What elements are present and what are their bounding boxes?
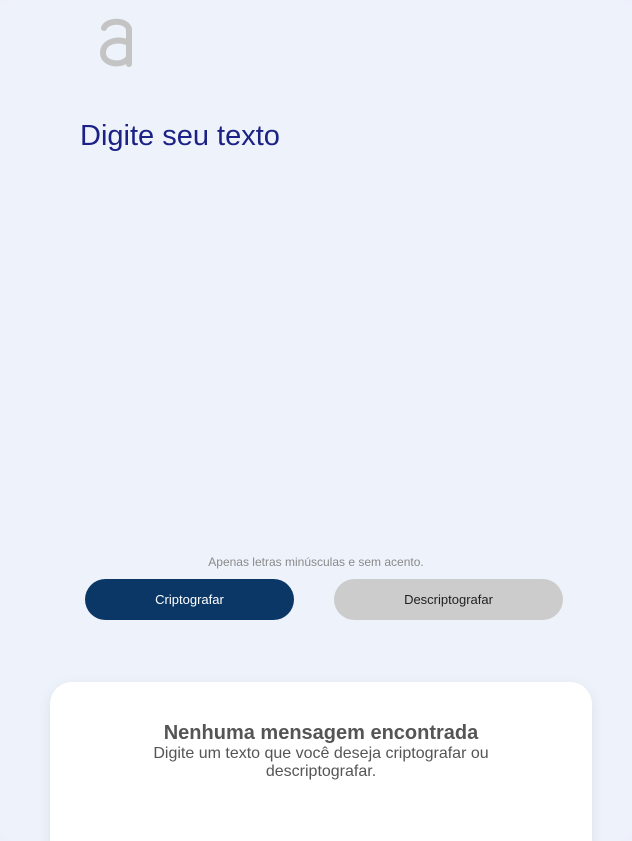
encrypt-button[interactable]: Criptografar	[85, 579, 294, 620]
result-panel: Nenhuma mensagem encontrada Digite um te…	[50, 682, 592, 841]
letter-a-logo-icon[interactable]	[98, 14, 134, 70]
input-hint: Apenas letras minúsculas e sem acento.	[0, 555, 632, 569]
decrypt-button[interactable]: Descriptografar	[334, 579, 563, 620]
logo-glyph	[99, 18, 132, 67]
message-input[interactable]	[80, 110, 560, 530]
result-empty-description: Digite um texto que você deseja criptogr…	[153, 745, 489, 780]
input-hint-text: Apenas letras minúsculas e sem acento.	[208, 555, 424, 569]
app-window: Apenas letras minúsculas e sem acento. C…	[0, 0, 632, 841]
result-empty-title: Nenhuma mensagem encontrada	[163, 722, 479, 744]
